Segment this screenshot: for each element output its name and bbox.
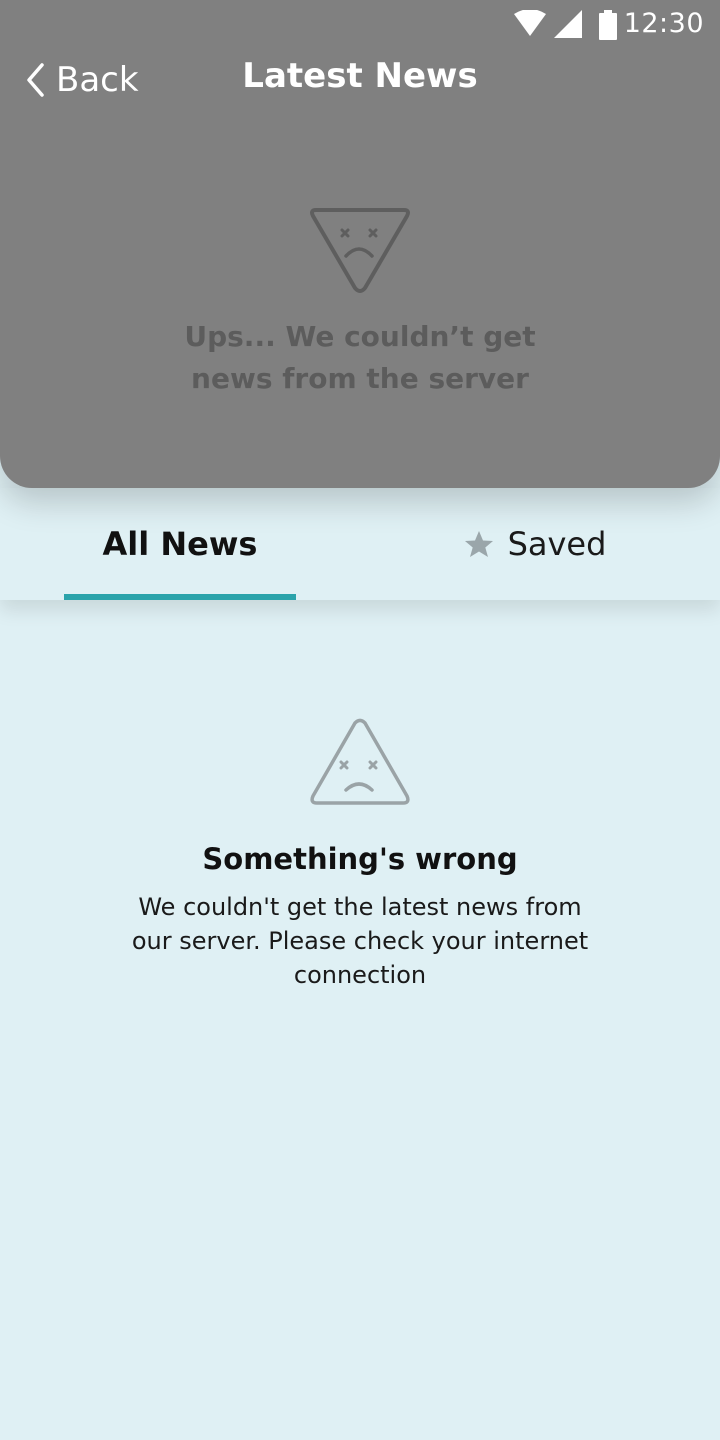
sad-face-triangle-icon [310, 208, 410, 293]
tab-saved-label: Saved [507, 525, 607, 563]
header-sheet: 12:30 Back Latest News Ups... We couldn’… [0, 0, 720, 488]
news-screen: 12:30 Back Latest News Ups... We couldn’… [0, 0, 720, 1440]
tab-indicator [64, 594, 296, 600]
tab-bar: All News Saved [0, 488, 720, 600]
star-icon [464, 531, 493, 557]
sad-face-triangle-icon [310, 718, 410, 805]
wifi-icon [512, 9, 548, 42]
status-time: 12:30 [623, 8, 704, 39]
tab-all-news-label: All News [102, 525, 258, 563]
error-title: Something's wrong [202, 842, 518, 876]
error-message: We couldn't get the latest news from our… [131, 893, 589, 989]
tab-all-news[interactable]: All News [64, 488, 296, 600]
tab-saved[interactable]: Saved [440, 488, 630, 600]
page-title: Latest News [242, 56, 478, 96]
header-error-message: Ups... We couldn’t get news from the ser… [184, 320, 536, 395]
battery-icon [598, 10, 618, 44]
signal-icon [554, 10, 584, 42]
header-error: Ups... We couldn’t get news from the ser… [0, 204, 720, 400]
status-bar: 12:30 [0, 0, 720, 48]
error-state: Something's wrong We couldn't get the la… [0, 718, 720, 992]
